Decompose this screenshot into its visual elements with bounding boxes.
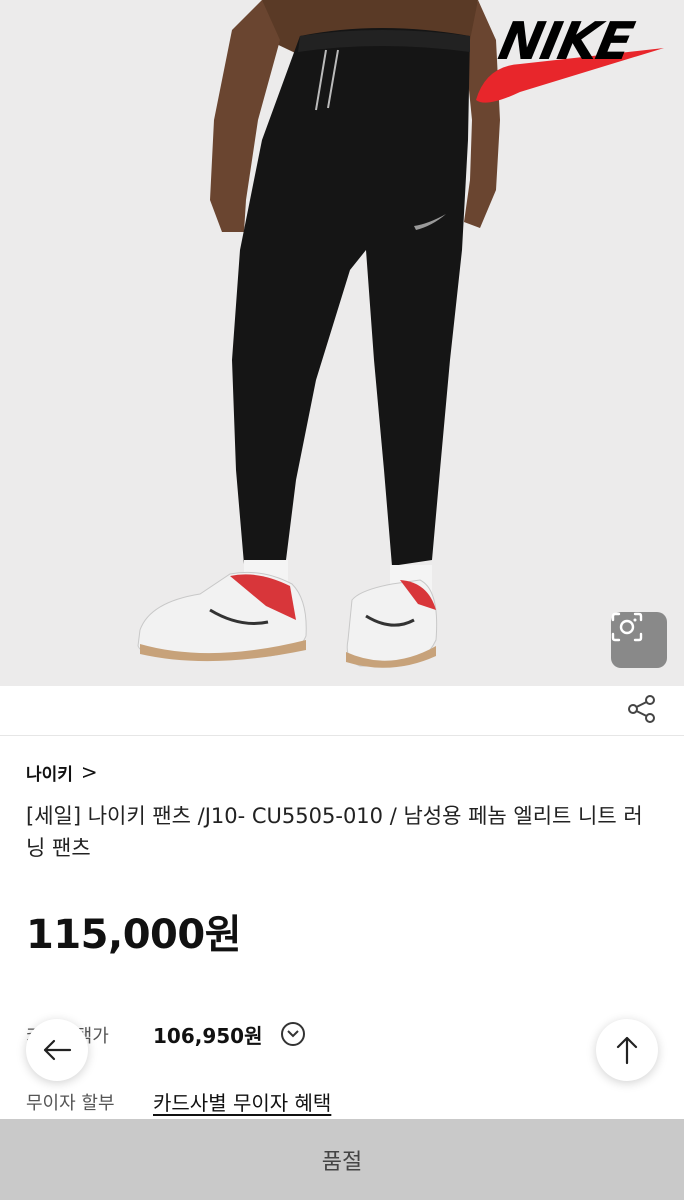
nike-logo-text: NIKE <box>493 12 638 72</box>
sold-out-label: 품절 <box>321 1149 363 1175</box>
installment-label: 무이자 할부 <box>26 1093 115 1114</box>
brand-link[interactable]: 나이키 > <box>26 759 98 786</box>
chevron-right-icon: > <box>80 759 98 784</box>
card-benefit-price: 106,950원 <box>153 1024 263 1048</box>
product-image[interactable]: NIKE <box>0 0 684 686</box>
sold-out-button[interactable]: 품절 <box>0 1119 684 1200</box>
installment-benefit-link[interactable]: 카드사별 무이자 혜택 <box>153 1087 331 1116</box>
divider <box>0 735 684 736</box>
product-price: 115,000원 <box>26 912 242 958</box>
brand-name: 나이키 <box>26 765 73 785</box>
product-photo-illustration <box>137 0 664 668</box>
scroll-top-button[interactable] <box>596 1019 658 1081</box>
product-title: [세일] 나이키 팬츠 /J10- CU5505-010 / 남성용 페놈 엘리… <box>26 804 643 860</box>
camera-search-icon[interactable] <box>611 612 667 668</box>
share-icon[interactable] <box>625 692 659 726</box>
arrow-left-icon <box>43 1039 72 1061</box>
arrow-up-icon <box>616 1036 638 1065</box>
chevron-down-circle-icon[interactable] <box>281 1022 305 1046</box>
back-button[interactable] <box>26 1019 88 1081</box>
